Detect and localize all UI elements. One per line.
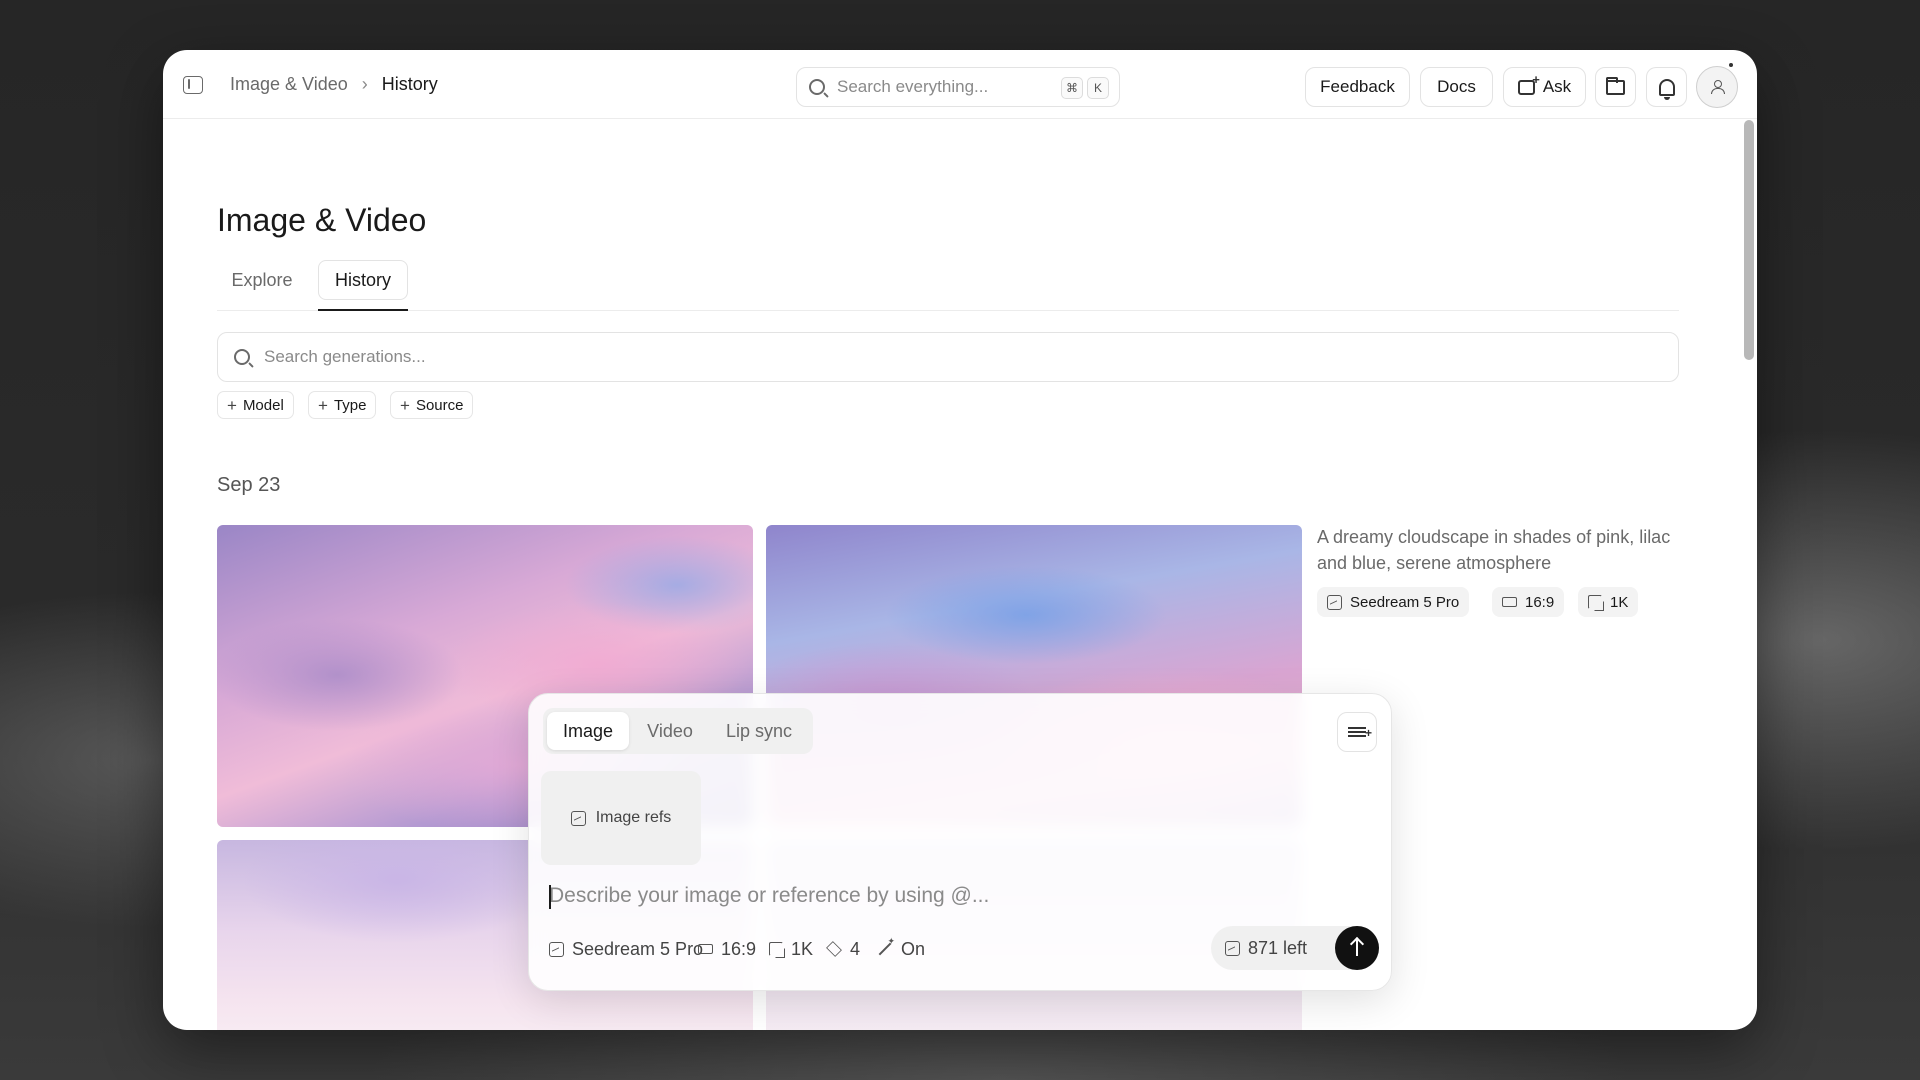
model-selector-label: Seedream 5 Pro: [572, 938, 704, 959]
tab-explore[interactable]: Explore: [217, 260, 307, 300]
generate-button[interactable]: [1335, 926, 1379, 970]
breadcrumb-parent[interactable]: Image & Video: [230, 74, 348, 95]
sidebar-toggle-icon[interactable]: [183, 76, 203, 94]
date-group-heading: Sep 23: [217, 474, 281, 496]
mode-tab-image[interactable]: Image: [547, 712, 629, 750]
page-title: Image & Video: [217, 202, 427, 238]
advanced-settings-button[interactable]: [1337, 712, 1377, 752]
aspect-ratio-selector-label: 16:9: [721, 938, 757, 959]
filter-model-button[interactable]: + Model: [217, 391, 294, 419]
image-refs-label: Image refs: [595, 809, 672, 826]
plus-icon: +: [227, 395, 237, 415]
resolution-icon: [769, 942, 785, 958]
image-refs-button[interactable]: Image refs: [541, 771, 701, 865]
generations-search-input[interactable]: Search generations...: [217, 332, 1679, 382]
filter-type-button[interactable]: + Type: [308, 391, 377, 419]
ask-button[interactable]: Ask: [1503, 67, 1586, 107]
credits-indicator: 871 left: [1211, 926, 1379, 970]
arrow-up-icon: [1356, 940, 1358, 956]
resolution-selector[interactable]: 1K: [769, 931, 813, 967]
breadcrumb: Image & Video › History: [230, 50, 438, 119]
global-search-placeholder: Search everything...: [837, 77, 989, 96]
text-caret: [549, 885, 551, 909]
prompt-composer: Image Video Lip sync Image refs Seedream…: [528, 693, 1392, 991]
plus-icon: +: [400, 395, 410, 415]
vertical-scrollbar[interactable]: [1744, 120, 1754, 360]
model-selector[interactable]: Seedream 5 Pro: [549, 931, 703, 967]
avatar-button[interactable]: [1696, 63, 1738, 108]
active-tab-indicator: [318, 309, 408, 311]
model-badge: Seedream 5 Pro: [1317, 587, 1470, 617]
mode-tab-lip-sync[interactable]: Lip sync: [711, 712, 807, 750]
ask-icon: [1517, 72, 1540, 95]
aspect-ratio-label: 16:9: [1525, 593, 1555, 611]
bell-icon: [1658, 78, 1675, 100]
mode-tab-video[interactable]: Video: [635, 712, 705, 750]
app-window: Image & Video › History Search everythin…: [163, 50, 1757, 1030]
resolution-label: 1K: [1610, 593, 1629, 611]
filter-source-button[interactable]: + Source: [390, 391, 474, 419]
resolution-icon: [1588, 595, 1604, 611]
global-search[interactable]: Search everything... ⌘ K: [796, 67, 1120, 107]
sliders-icon: [1348, 726, 1372, 740]
wand-icon: [875, 936, 895, 958]
top-bar: Image & Video › History Search everythin…: [163, 50, 1757, 119]
filter-label: Source: [415, 396, 464, 414]
avatar-status-dot: [1729, 63, 1733, 67]
generation-prompt: A dreamy cloudscape in shades of pink, l…: [1317, 527, 1671, 573]
model-badge-label: Seedream 5 Pro: [1350, 593, 1460, 611]
image-count-selector[interactable]: 4: [826, 931, 860, 967]
filter-label: Model: [242, 396, 284, 414]
page-tabs: Explore History: [217, 260, 1679, 311]
resolution-badge: 1K: [1578, 587, 1639, 617]
image-icon: [570, 810, 586, 826]
image-icon: [1327, 594, 1342, 610]
search-icon: [809, 79, 825, 95]
aspect-ratio-badge: 16:9: [1492, 587, 1565, 617]
shortcut-mod-key: ⌘: [1061, 77, 1083, 99]
chevron-right-icon: ›: [361, 74, 368, 94]
notifications-button[interactable]: [1646, 67, 1687, 107]
image-icon: [549, 941, 564, 957]
credits-label: 871 left: [1248, 937, 1308, 958]
resolution-selector-label: 1K: [791, 938, 814, 959]
prompt-enhance-toggle[interactable]: On: [875, 931, 925, 967]
generations-search-placeholder: Search generations...: [264, 347, 426, 366]
feedback-button[interactable]: Feedback: [1305, 67, 1410, 107]
folder-icon: [1606, 76, 1625, 95]
ask-label: Ask: [1542, 77, 1572, 96]
files-button[interactable]: [1595, 67, 1636, 107]
docs-button[interactable]: Docs: [1420, 67, 1493, 107]
mode-switcher: Image Video Lip sync: [543, 708, 813, 754]
aspect-ratio-icon: [698, 944, 713, 954]
layers-icon: [826, 941, 842, 957]
filter-label: Type: [333, 396, 367, 414]
shortcut-k-key: K: [1087, 77, 1109, 99]
search-icon: [234, 349, 250, 365]
plus-icon: +: [318, 395, 328, 415]
aspect-ratio-selector[interactable]: 16:9: [698, 931, 756, 967]
prompt-input[interactable]: [549, 878, 1369, 914]
image-icon: [1225, 940, 1240, 956]
aspect-ratio-icon: [1502, 597, 1517, 607]
tab-history[interactable]: History: [318, 260, 408, 300]
breadcrumb-current: History: [381, 74, 438, 94]
avatar-icon: [1711, 80, 1725, 94]
image-count-label: 4: [850, 938, 861, 959]
prompt-enhance-label: On: [901, 938, 926, 959]
